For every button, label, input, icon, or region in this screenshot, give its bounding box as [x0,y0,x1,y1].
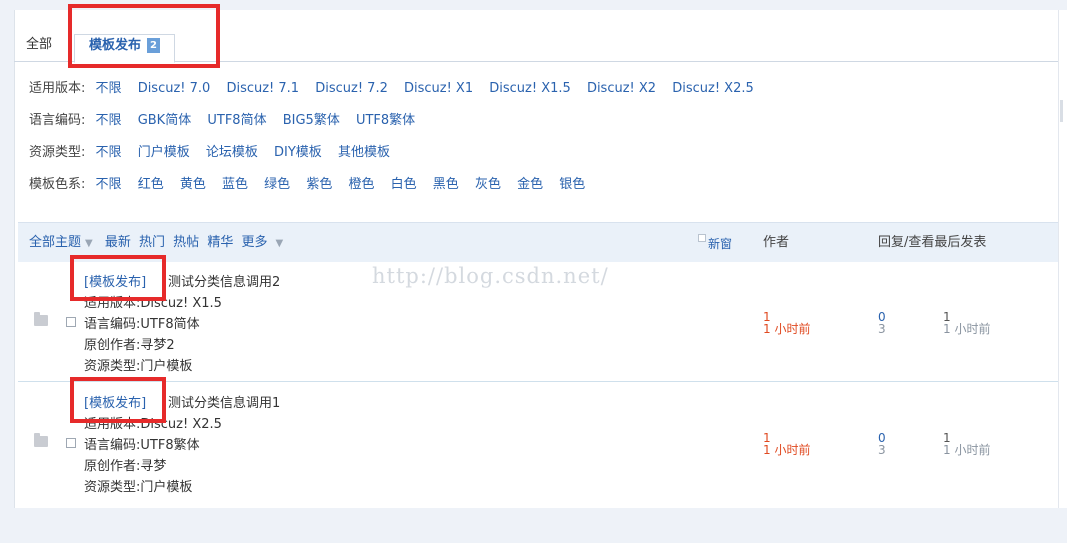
filter-option[interactable]: 绿色 [264,177,290,192]
post-time: 1 小时前 [763,322,811,336]
filter-label: 适用版本: [29,81,86,96]
thread-info: 资源类型:门户模板 [84,359,193,374]
sort-bar: 全部主题 ▼ 最新 热门 热帖 精华 更多 ▼ [29,234,291,253]
filter-option[interactable]: 蓝色 [222,177,248,192]
filter-option[interactable]: 不限 [96,81,122,96]
filter-option[interactable]: 紫色 [306,177,332,192]
thread-info: 语言编码:UTF8简体 [84,317,200,332]
filter-option[interactable]: BIG5繁体 [283,113,340,128]
sort-hot-threads[interactable]: 热帖 [173,235,199,250]
all-subjects-dropdown[interactable]: 全部主题 [29,235,81,250]
thread-info: 语言编码:UTF8繁体 [84,438,200,453]
folder-icon [34,433,48,447]
sort-hot[interactable]: 热门 [139,235,165,250]
thread-info: 资源类型:门户模板 [84,480,193,495]
filter-option[interactable]: Discuz! X1.5 [489,81,571,96]
new-window-label: 新窗 [708,237,733,251]
column-reply-view-last: 回复/查看最后发表 [878,235,987,250]
filter-label: 资源类型: [29,145,86,160]
column-author: 作者 [763,235,790,250]
filter-option[interactable]: UTF8简体 [207,113,266,128]
filter-option[interactable]: GBK简体 [138,113,192,128]
filter-option[interactable]: Discuz! 7.2 [315,81,388,96]
filter-option[interactable]: 不限 [96,145,122,160]
filter-option[interactable]: 不限 [96,113,122,128]
thread-title[interactable]: 测试分类信息调用2 [168,271,280,290]
scrollbar-thumb[interactable] [1060,100,1063,122]
filter-panel: 适用版本: 不限 Discuz! 7.0 Discuz! 7.1 Discuz!… [29,78,1049,206]
sort-digest[interactable]: 精华 [207,235,233,250]
thread-list-header: 全部主题 ▼ 最新 热门 热帖 精华 更多 ▼ 新窗 作者 回复/查看最后发表 [18,222,1058,262]
row-checkbox[interactable] [66,317,76,327]
thread-title[interactable]: 测试分类信息调用1 [168,392,280,411]
post-time: 1 小时前 [763,443,811,457]
highlight-box [68,4,220,68]
filter-option[interactable]: 橙色 [348,177,374,192]
filter-row-color: 模板色系: 不限 红色 黄色 蓝色 绿色 紫色 橙色 白色 黑色 灰色 金色 银… [29,174,1049,206]
filter-option[interactable]: 黑色 [433,177,459,192]
filter-option[interactable]: 其他模板 [338,145,390,160]
view-count: 3 [878,322,886,336]
filter-label: 语言编码: [29,113,86,128]
filter-row-encoding: 语言编码: 不限 GBK简体 UTF8简体 BIG5繁体 UTF8繁体 [29,110,1049,142]
row-checkbox[interactable] [66,438,76,448]
table-row[interactable]: [模板发布] 测试分类信息调用1 适用版本:Discuz! X2.5 语言编码:… [18,383,1058,503]
checkbox-icon[interactable] [698,234,706,242]
chevron-down-icon[interactable]: ▼ [85,238,93,249]
filter-option[interactable]: UTF8繁体 [356,113,415,128]
filter-row-resource-type: 资源类型: 不限 门户模板 论坛模板 DIY模板 其他模板 [29,142,1049,174]
highlight-box [70,255,166,301]
filter-option[interactable]: Discuz! 7.0 [138,81,211,96]
last-post-time: 1 小时前 [943,322,991,336]
filter-option[interactable]: Discuz! 7.1 [226,81,299,96]
thread-info: 原创作者:寻梦 [84,459,167,474]
new-window-toggle[interactable]: 新窗 [698,234,732,253]
last-post-time: 1 小时前 [943,443,991,457]
filter-option[interactable]: 黄色 [180,177,206,192]
scrollbar[interactable] [1058,10,1067,508]
filter-option[interactable]: 门户模板 [138,145,190,160]
filter-option[interactable]: 银色 [559,177,585,192]
folder-icon [34,312,48,326]
sort-more[interactable]: 更多 [241,235,267,250]
filter-option[interactable]: 白色 [391,177,417,192]
filter-label: 模板色系: [29,177,86,192]
sort-latest[interactable]: 最新 [105,235,131,250]
filter-option[interactable]: 金色 [517,177,543,192]
filter-option[interactable]: 不限 [96,177,122,192]
tab-all[interactable]: 全部 [26,34,52,62]
filter-option[interactable]: Discuz! X2 [587,81,656,96]
filter-option[interactable]: 红色 [138,177,164,192]
thread-info: 原创作者:寻梦2 [84,338,175,353]
view-count: 3 [878,443,886,457]
chevron-down-icon[interactable]: ▼ [276,238,284,249]
filter-option[interactable]: 灰色 [475,177,501,192]
filter-option[interactable]: 论坛模板 [206,145,258,160]
filter-option[interactable]: Discuz! X2.5 [672,81,754,96]
filter-option[interactable]: DIY模板 [274,145,322,160]
filter-row-version: 适用版本: 不限 Discuz! 7.0 Discuz! 7.1 Discuz!… [29,78,1049,110]
filter-option[interactable]: Discuz! X1 [404,81,473,96]
highlight-box [70,377,166,423]
table-row[interactable]: [模板发布] 测试分类信息调用2 适用版本:Discuz! X1.5 语言编码:… [18,262,1058,382]
